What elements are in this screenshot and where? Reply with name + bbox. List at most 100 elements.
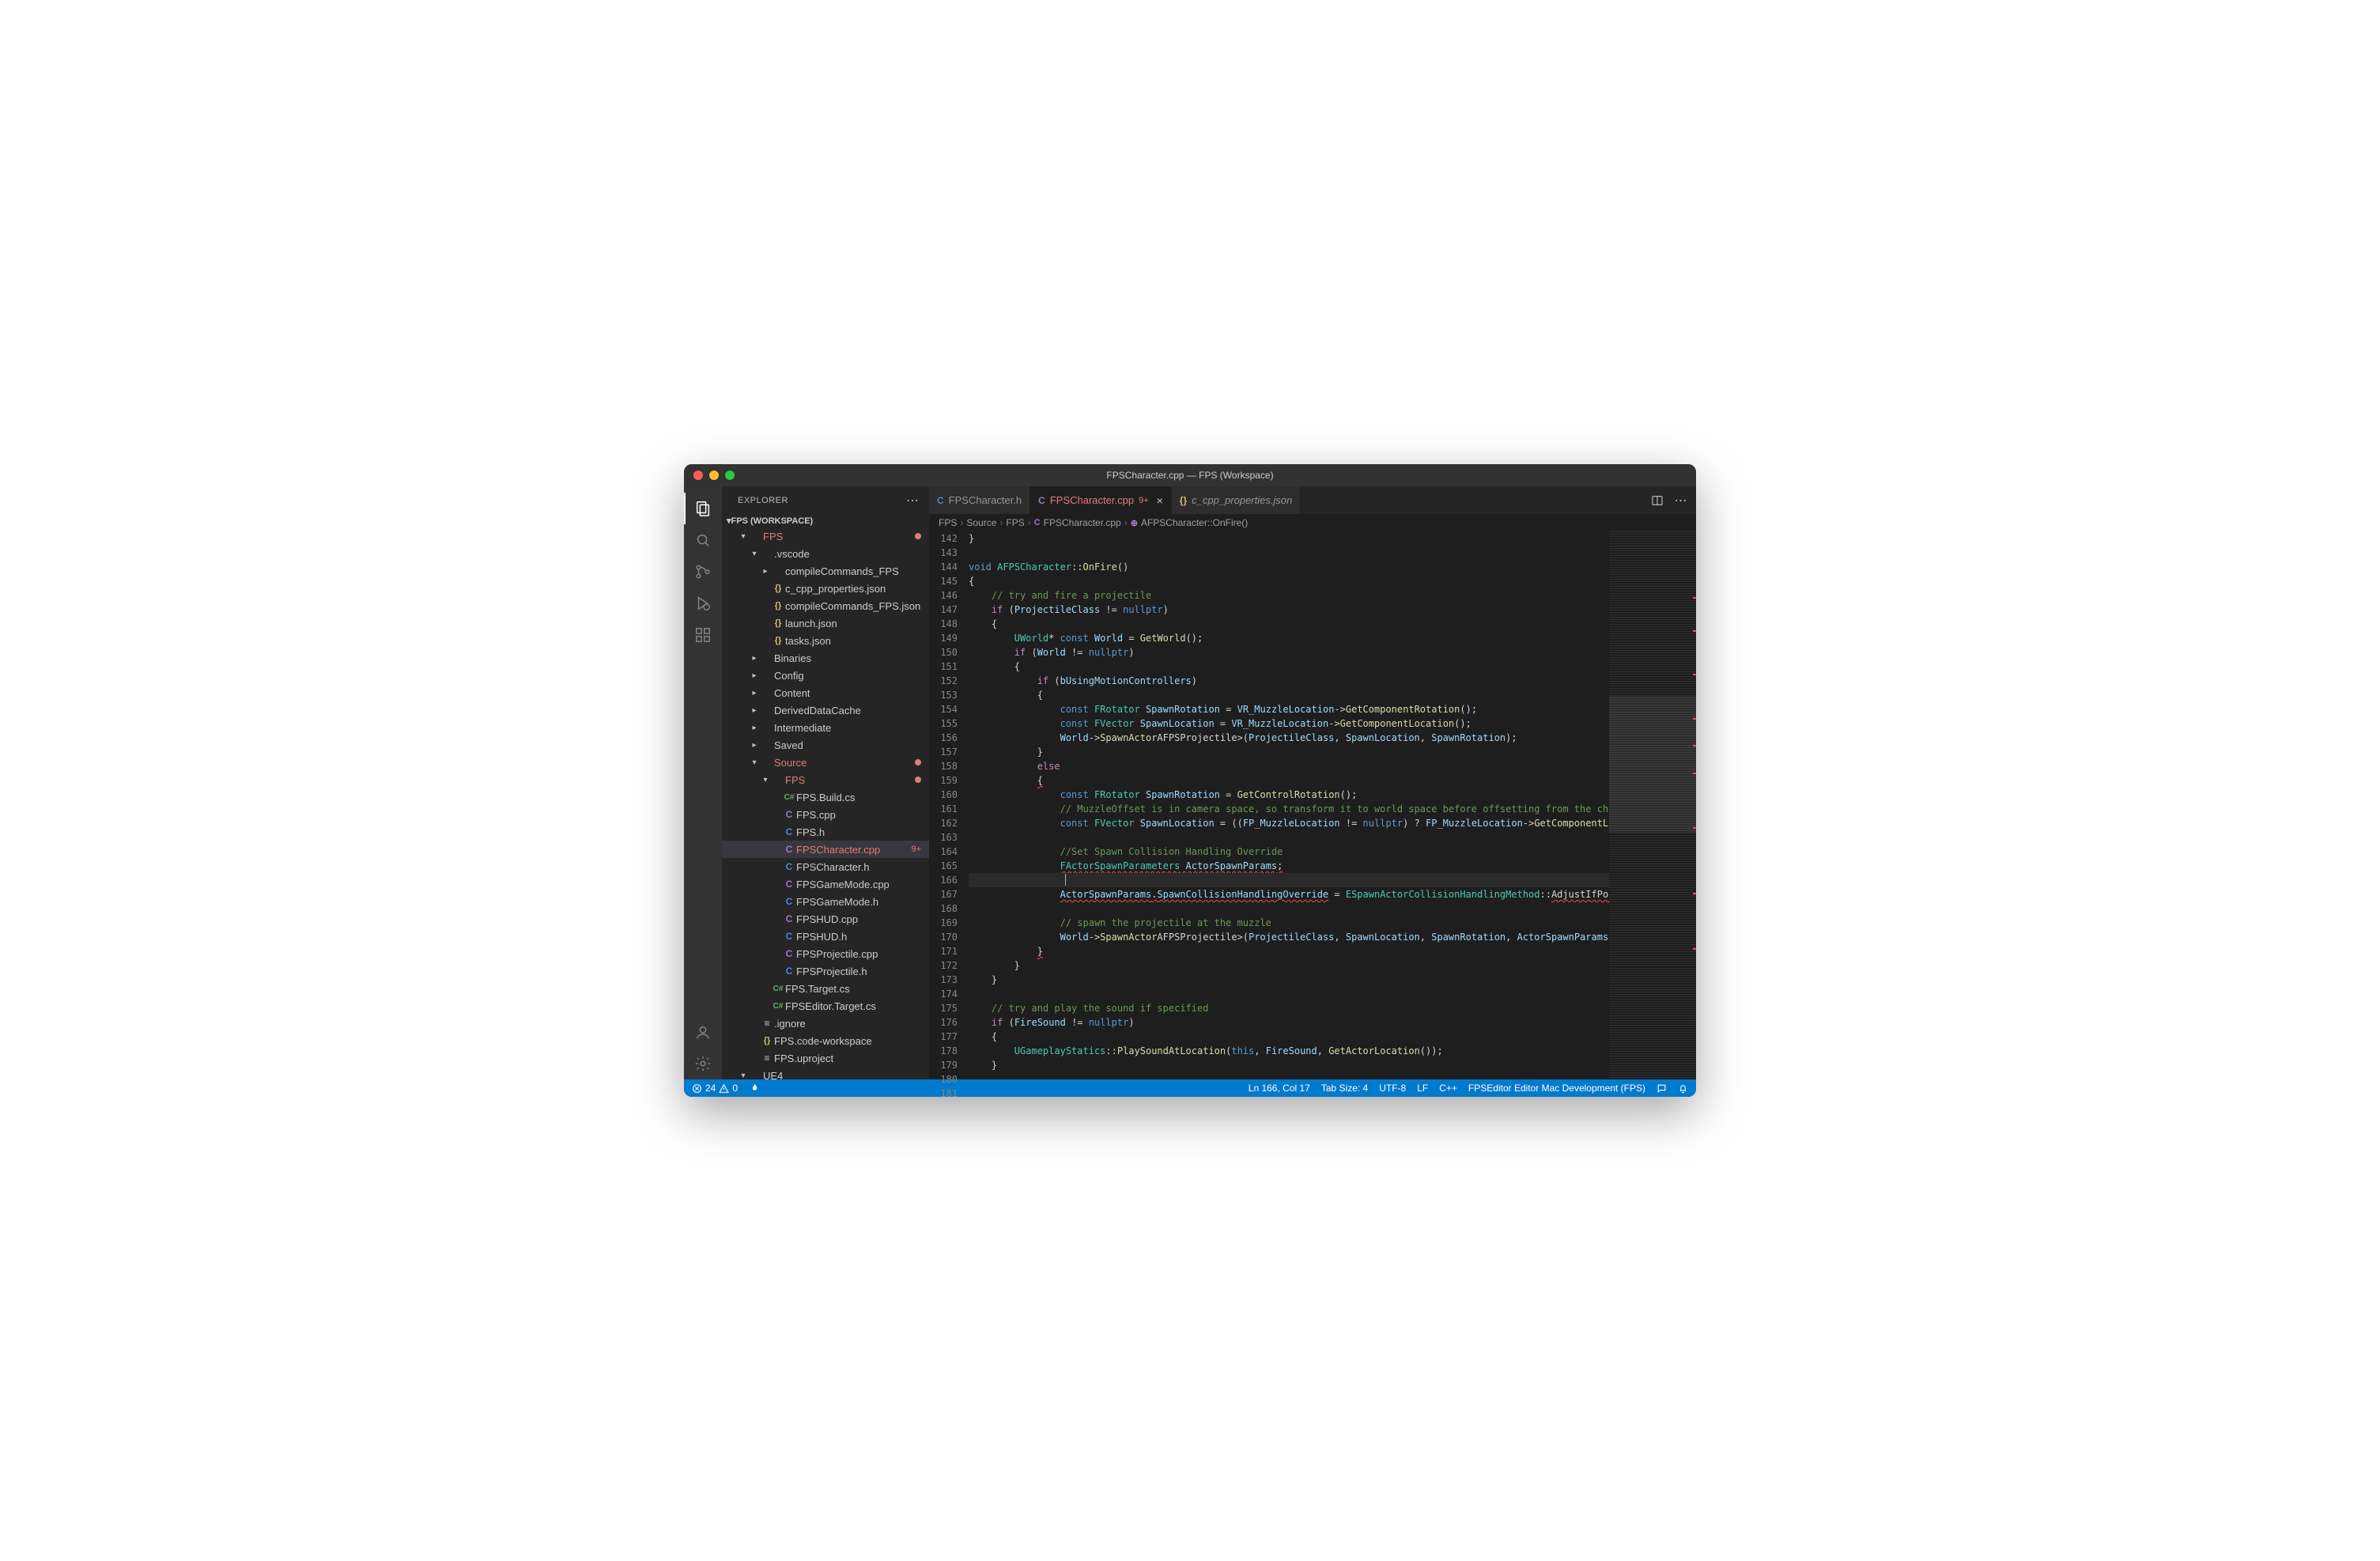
method-symbol-icon: ⊕ bbox=[1131, 518, 1138, 528]
editor-area: CFPSCharacter.h CFPSCharacter.cpp 9+ × {}c_c… bbox=[929, 486, 1696, 1079]
close-tab-icon[interactable]: × bbox=[1157, 494, 1163, 507]
minimap[interactable] bbox=[1609, 531, 1696, 1079]
breadcrumb-segment[interactable]: FPS bbox=[939, 517, 957, 528]
tree-folder[interactable]: ▸Content bbox=[722, 684, 929, 701]
editor-tab[interactable]: CFPSCharacter.h bbox=[929, 486, 1030, 514]
source-control-icon[interactable] bbox=[684, 556, 722, 588]
editor-tab[interactable]: {}c_cpp_properties.json bbox=[1172, 486, 1301, 514]
sidebar-header: EXPLORER ⋯ bbox=[722, 486, 929, 514]
problems-badge: 9+ bbox=[908, 845, 921, 854]
editor-tabs: CFPSCharacter.hCFPSCharacter.cpp9+×{}c_c… bbox=[929, 486, 1696, 514]
chevron-right-icon: ▸ bbox=[749, 741, 760, 750]
tree-file[interactable]: .ignore bbox=[722, 1015, 929, 1032]
tree-file[interactable]: FPS.Build.cs bbox=[722, 788, 929, 806]
status-cursor-pos[interactable]: Ln 166, Col 17 bbox=[1249, 1083, 1310, 1094]
tree-file[interactable]: compileCommands_FPS.json bbox=[722, 597, 929, 614]
extensions-icon[interactable] bbox=[684, 619, 722, 651]
sidebar-more-icon[interactable]: ⋯ bbox=[906, 493, 920, 508]
status-bar: 24 0 Ln 166, Col 17 Tab Size: 4 UTF-8 LF… bbox=[684, 1079, 1696, 1097]
cpp-file-icon: C bbox=[1034, 518, 1041, 527]
status-problems[interactable]: 24 0 bbox=[692, 1083, 738, 1094]
workspace-section-header[interactable]: ▾ FPS (WORKSPACE) bbox=[722, 514, 929, 527]
cs-file-icon bbox=[771, 1002, 785, 1011]
status-feedback-icon[interactable] bbox=[1657, 1083, 1667, 1094]
breadcrumb-segment[interactable]: FPSCharacter.cpp bbox=[1044, 517, 1121, 528]
minimap-viewport[interactable] bbox=[1609, 696, 1696, 833]
json-file-icon bbox=[771, 636, 785, 645]
tree-file[interactable]: FPS.uproject bbox=[722, 1049, 929, 1067]
status-build-config[interactable]: FPSEditor Editor Mac Development (FPS) bbox=[1468, 1083, 1645, 1094]
tree-folder[interactable]: ▾Source bbox=[722, 754, 929, 771]
status-bell-icon[interactable] bbox=[1678, 1083, 1688, 1094]
tree-file[interactable]: FPSCharacter.h bbox=[722, 858, 929, 875]
tree-folder[interactable]: ▸compileCommands_FPS bbox=[722, 562, 929, 580]
tree-item-label: FPS bbox=[785, 774, 910, 786]
tree-file[interactable]: FPSHUD.cpp bbox=[722, 910, 929, 928]
tree-item-label: FPSHUD.cpp bbox=[796, 913, 921, 925]
tree-item-label: FPSCharacter.h bbox=[796, 861, 921, 873]
tree-file[interactable]: FPSProjectile.h bbox=[722, 962, 929, 980]
tree-file[interactable]: c_cpp_properties.json bbox=[722, 580, 929, 597]
status-flame-icon[interactable] bbox=[749, 1083, 759, 1094]
code-editor[interactable]: 1421431441451461471481491501511521531541… bbox=[929, 531, 1696, 1079]
tree-file[interactable]: launch.json bbox=[722, 614, 929, 632]
editor-tab[interactable]: CFPSCharacter.cpp9+× bbox=[1030, 486, 1172, 514]
tab-problems-badge: 9+ bbox=[1139, 496, 1149, 505]
tree-file[interactable]: FPS.code-workspace bbox=[722, 1032, 929, 1049]
tree-item-label: FPSProjectile.h bbox=[796, 966, 921, 977]
tree-item-label: launch.json bbox=[785, 618, 921, 629]
tree-folder[interactable]: ▸Saved bbox=[722, 736, 929, 754]
tree-file[interactable]: FPSEditor.Target.cs bbox=[722, 997, 929, 1015]
tree-item-label: .vscode bbox=[774, 548, 921, 560]
titlebar: FPSCharacter.cpp — FPS (Workspace) bbox=[684, 464, 1696, 486]
tree-file[interactable]: FPSCharacter.cpp9+ bbox=[722, 841, 929, 858]
status-eol[interactable]: LF bbox=[1417, 1083, 1428, 1094]
cpp-file-icon bbox=[782, 948, 796, 959]
tree-item-label: FPSEditor.Target.cs bbox=[785, 1000, 921, 1012]
breadcrumb-segment[interactable]: FPS bbox=[1006, 517, 1024, 528]
tree-item-label: Content bbox=[774, 687, 921, 699]
tree-file[interactable]: tasks.json bbox=[722, 632, 929, 649]
tree-folder[interactable]: ▸Intermediate bbox=[722, 719, 929, 736]
split-editor-icon[interactable] bbox=[1650, 493, 1664, 508]
tree-folder[interactable]: ▾FPS bbox=[722, 527, 929, 545]
tree-item-label: compileCommands_FPS.json bbox=[785, 600, 921, 612]
tree-folder[interactable]: ▸DerivedDataCache bbox=[722, 701, 929, 719]
tree-file[interactable]: FPSGameMode.h bbox=[722, 893, 929, 910]
gen-file-icon bbox=[760, 1018, 774, 1029]
zoom-window-button[interactable] bbox=[725, 471, 735, 480]
close-window-button[interactable] bbox=[693, 471, 703, 480]
code-content[interactable]: }void AFPSCharacter::OnFire(){ // try an… bbox=[969, 531, 1609, 1079]
account-icon[interactable] bbox=[684, 1016, 722, 1048]
status-encoding[interactable]: UTF-8 bbox=[1379, 1083, 1406, 1094]
breadcrumb-segment[interactable]: Source bbox=[966, 517, 996, 528]
json-file-icon bbox=[771, 601, 785, 610]
minimize-window-button[interactable] bbox=[709, 471, 719, 480]
tree-file[interactable]: FPSHUD.h bbox=[722, 928, 929, 945]
tree-file[interactable]: FPSGameMode.cpp bbox=[722, 875, 929, 893]
search-icon[interactable] bbox=[684, 524, 722, 556]
tab-more-icon[interactable]: ⋯ bbox=[1674, 493, 1688, 508]
status-language[interactable]: C++ bbox=[1439, 1083, 1457, 1094]
tree-folder[interactable]: ▾.vscode bbox=[722, 545, 929, 562]
tree-folder[interactable]: ▸Binaries bbox=[722, 649, 929, 667]
json-file-icon bbox=[771, 584, 785, 593]
tree-file[interactable]: FPS.h bbox=[722, 823, 929, 841]
status-tab-size[interactable]: Tab Size: 4 bbox=[1321, 1083, 1368, 1094]
tree-folder[interactable]: ▾FPS bbox=[722, 771, 929, 788]
tree-item-label: compileCommands_FPS bbox=[785, 565, 921, 577]
gen-file-icon bbox=[760, 1053, 774, 1064]
breadcrumb-segment[interactable]: AFPSCharacter::OnFire() bbox=[1141, 517, 1248, 528]
run-debug-icon[interactable] bbox=[684, 588, 722, 619]
settings-gear-icon[interactable] bbox=[684, 1048, 722, 1079]
tree-folder[interactable]: ▸Config bbox=[722, 667, 929, 684]
explorer-icon[interactable] bbox=[684, 493, 722, 524]
tree-item-label: FPSProjectile.cpp bbox=[796, 948, 921, 960]
tree-file[interactable]: FPSProjectile.cpp bbox=[722, 945, 929, 962]
chevron-right-icon: ▸ bbox=[749, 706, 760, 715]
tree-folder[interactable]: ▾UE4 bbox=[722, 1067, 929, 1079]
tree-file[interactable]: FPS.Target.cs bbox=[722, 980, 929, 997]
file-tree[interactable]: ▾ FPS (WORKSPACE) ▾FPS▾.vscode▸compileCo… bbox=[722, 514, 929, 1079]
tree-file[interactable]: FPS.cpp bbox=[722, 806, 929, 823]
breadcrumb[interactable]: FPS›Source›FPS›CFPSCharacter.cpp›⊕AFPSCh… bbox=[929, 514, 1696, 531]
